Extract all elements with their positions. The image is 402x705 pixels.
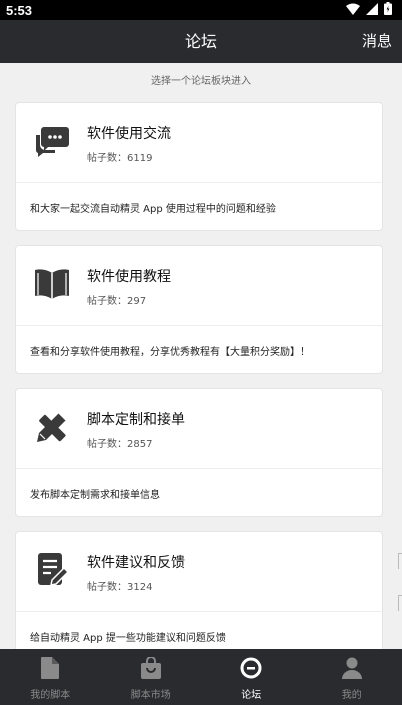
app-bar: 论坛 消息 xyxy=(0,20,402,63)
board-card-software-discussion[interactable]: 软件使用交流 帖子数：6119 和大家一起交流自动精灵 App 使用过程中的问题… xyxy=(15,102,383,231)
board-description: 查看和分享软件使用教程，分享优秀教程有【大量积分奖励】！ xyxy=(30,347,310,358)
ruler-pencil-icon xyxy=(32,407,72,447)
board-list[interactable]: 选择一个论坛板块进入 软件使用交流 帖子数：6119 和大家一起交流自动精灵 A… xyxy=(0,63,402,649)
wifi-icon xyxy=(346,3,360,18)
board-title: 软件建议和反馈 xyxy=(87,555,185,571)
scroll-edge-marker xyxy=(398,595,402,611)
nav-label: 论坛 xyxy=(241,690,262,701)
board-title: 软件使用教程 xyxy=(87,269,171,285)
file-icon xyxy=(38,656,62,680)
board-card-header: 软件建议和反馈 帖子数：3124 xyxy=(16,532,382,612)
board-description: 给自动精灵 App 提一些功能建议和问题反馈 xyxy=(30,633,226,644)
board-hint: 选择一个论坛板块进入 xyxy=(151,76,251,87)
post-count: 帖子数：297 xyxy=(87,296,147,307)
shopping-bag-icon xyxy=(139,656,163,680)
post-count: 帖子数：3124 xyxy=(87,582,153,593)
status-bar: 5:53 xyxy=(0,0,402,20)
nav-item-forum[interactable]: 论坛 xyxy=(201,649,302,705)
board-title: 软件使用交流 xyxy=(87,126,171,142)
open-book-icon xyxy=(32,264,72,304)
nav-item-my-scripts[interactable]: 我的脚本 xyxy=(0,649,101,705)
board-card-header: 软件使用教程 帖子数：297 xyxy=(16,246,382,326)
board-card-script-custom[interactable]: 脚本定制和接单 帖子数：2857 发布脚本定制需求和接单信息 xyxy=(15,388,383,517)
board-description: 发布脚本定制需求和接单信息 xyxy=(30,490,160,501)
page-title: 论坛 xyxy=(184,32,217,51)
board-title: 脚本定制和接单 xyxy=(87,412,185,428)
post-count: 帖子数：6119 xyxy=(87,153,153,164)
status-time: 5:53 xyxy=(6,2,33,18)
nav-item-script-market[interactable]: 脚本市场 xyxy=(101,649,202,705)
board-card-software-tutorials[interactable]: 软件使用教程 帖子数：297 查看和分享软件使用教程，分享优秀教程有【大量积分奖… xyxy=(15,245,383,374)
nav-label: 我的脚本 xyxy=(30,690,71,701)
messages-button[interactable]: 消息 xyxy=(362,20,392,63)
status-icons xyxy=(346,2,392,18)
chat-bubbles-icon xyxy=(32,121,72,161)
board-card-header: 软件使用交流 帖子数：6119 xyxy=(16,103,382,183)
scroll-edge-marker xyxy=(398,553,402,569)
forum-icon xyxy=(239,656,263,680)
battery-icon xyxy=(384,2,392,18)
nav-item-me[interactable]: 我的 xyxy=(302,649,402,705)
post-count: 帖子数：2857 xyxy=(87,439,153,450)
bottom-nav: 我的脚本 脚本市场 论坛 我的 xyxy=(0,649,402,705)
nav-label: 我的 xyxy=(341,690,362,701)
board-description: 和大家一起交流自动精灵 App 使用过程中的问题和经验 xyxy=(30,204,276,215)
person-icon xyxy=(340,656,364,680)
nav-label: 脚本市场 xyxy=(130,690,171,701)
board-card-header: 脚本定制和接单 帖子数：2857 xyxy=(16,389,382,469)
board-card-feedback[interactable]: 软件建议和反馈 帖子数：3124 给自动精灵 App 提一些功能建议和问题反馈 xyxy=(15,531,383,649)
signal-icon xyxy=(366,2,378,18)
document-edit-icon xyxy=(32,550,72,590)
